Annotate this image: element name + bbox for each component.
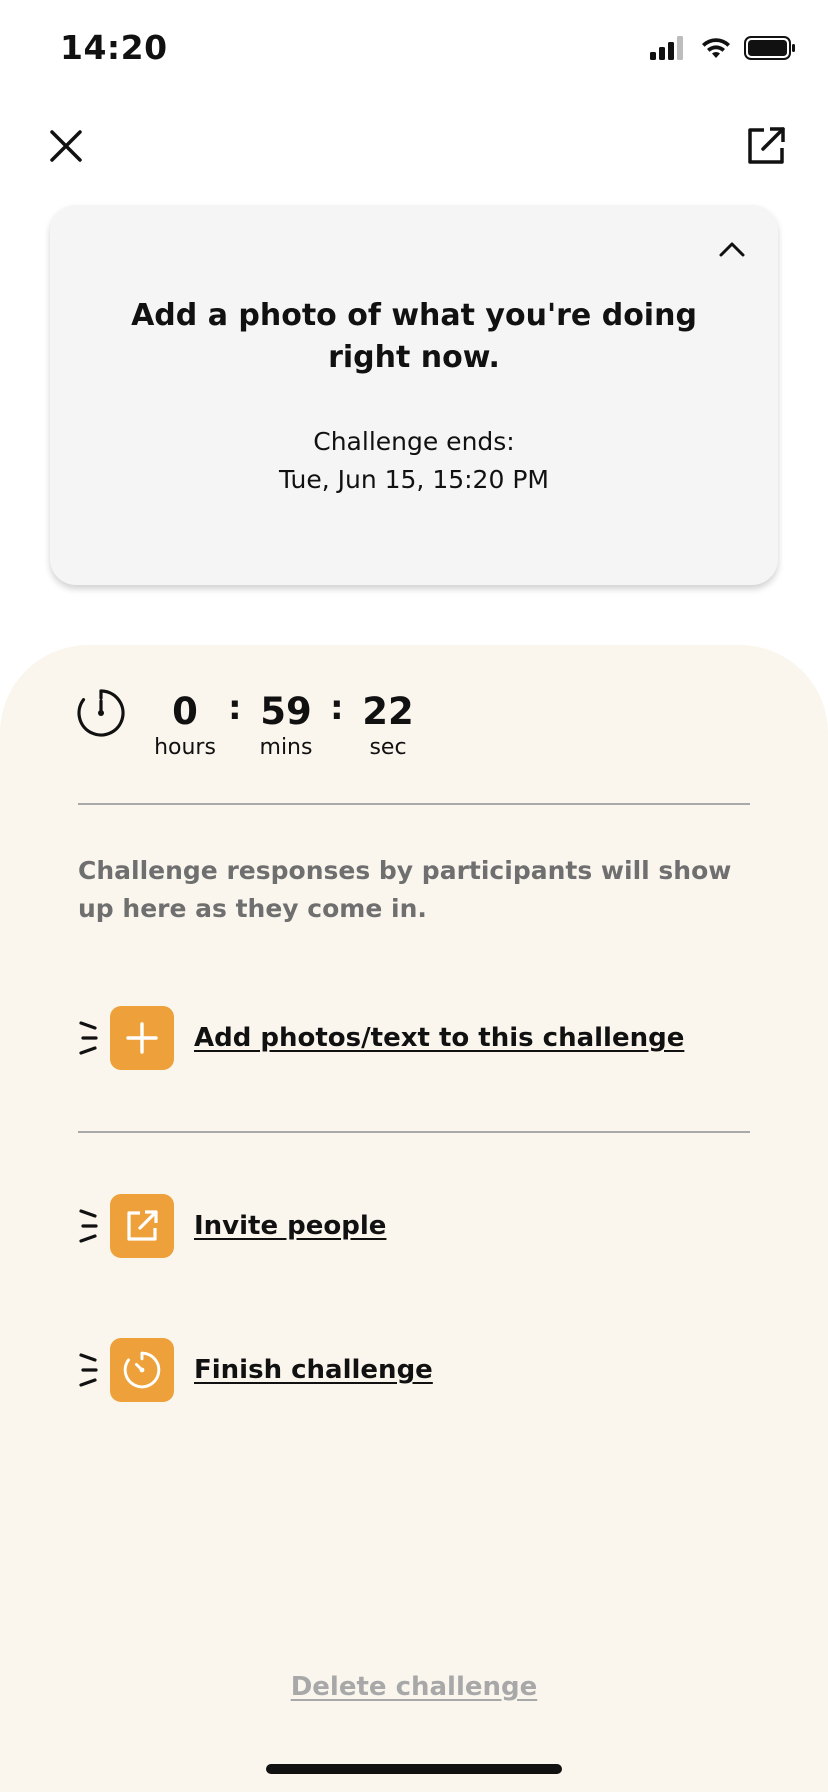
status-icons xyxy=(650,36,796,60)
countdown-mins: 59 xyxy=(260,690,312,733)
wifi-icon xyxy=(702,38,730,58)
share-icon xyxy=(748,127,785,164)
countdown-hours: 0 xyxy=(172,690,198,733)
timer-icon xyxy=(123,1351,161,1389)
plus-icon xyxy=(126,1022,158,1054)
delete-challenge-button[interactable]: Delete challenge xyxy=(0,1672,828,1702)
divider xyxy=(78,803,750,805)
add-tile xyxy=(110,1006,174,1070)
invite-tile xyxy=(110,1194,174,1258)
battery-icon xyxy=(744,36,795,60)
challenge-ends-label: Challenge ends: xyxy=(313,427,515,456)
countdown-secs-label: sec xyxy=(369,735,407,760)
close-button[interactable] xyxy=(38,118,94,174)
share-button[interactable] xyxy=(738,118,794,174)
dash-marks-icon xyxy=(79,1209,98,1243)
add-photos-action[interactable]: Add photos/text to this challenge xyxy=(78,1006,684,1070)
dash-marks-icon xyxy=(79,1353,98,1387)
collapse-button[interactable] xyxy=(710,227,754,271)
divider xyxy=(78,1131,750,1133)
finish-tile xyxy=(110,1338,174,1402)
finish-challenge-action[interactable]: Finish challenge xyxy=(78,1338,433,1402)
countdown-secs: 22 xyxy=(362,690,414,733)
finish-challenge-label: Finish challenge xyxy=(194,1355,433,1385)
home-indicator xyxy=(266,1764,562,1774)
countdown-hours-label: hours xyxy=(154,735,216,760)
close-icon xyxy=(50,130,82,162)
timer-icon xyxy=(77,689,125,737)
responses-placeholder-text: Challenge responses by participants will… xyxy=(78,856,732,923)
countdown-mins-label: mins xyxy=(259,735,313,760)
add-photos-label: Add photos/text to this challenge xyxy=(194,1023,685,1053)
countdown-separator: : xyxy=(228,688,242,728)
chevron-up-icon xyxy=(719,242,745,257)
countdown-separator: : xyxy=(330,688,344,728)
status-time: 14:20 xyxy=(60,28,168,67)
invite-people-label: Invite people xyxy=(194,1211,387,1241)
challenge-ends-date: Tue, Jun 15, 15:20 PM xyxy=(279,465,549,494)
challenge-prompt-card: Add a photo of what you're doing right n… xyxy=(50,205,778,585)
status-bar: 14:20 xyxy=(0,0,828,100)
external-link-icon xyxy=(127,1210,158,1241)
challenge-prompt: Add a photo of what you're doing right n… xyxy=(131,298,697,375)
dash-marks-icon xyxy=(79,1021,98,1055)
signal-icon xyxy=(650,36,683,60)
invite-people-action[interactable]: Invite people xyxy=(78,1194,386,1258)
